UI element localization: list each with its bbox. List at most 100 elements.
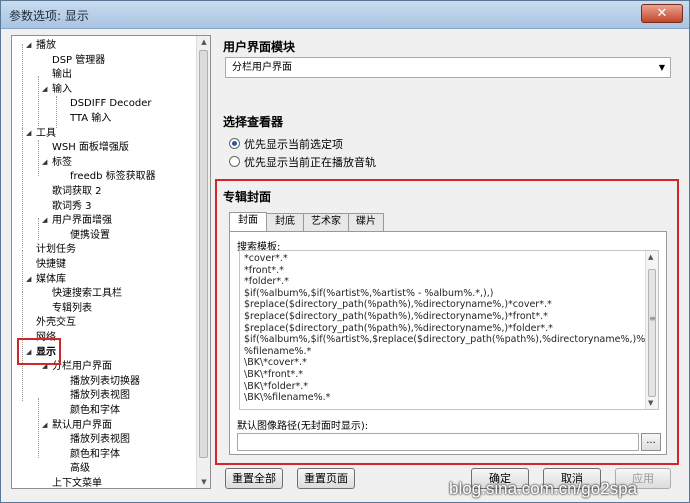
tree-item[interactable]: 播放列表切换器 [60, 375, 140, 388]
tree-item-label: 输出 [52, 69, 72, 81]
scroll-down-icon[interactable]: ▼ [199, 478, 209, 486]
grip-icon: ≡ [649, 314, 656, 323]
search-template-line: \BK\*cover*.* [244, 357, 307, 369]
tree-item[interactable]: 外壳交互 [26, 316, 76, 329]
tree-item-label: 颜色和字体 [70, 448, 120, 460]
tree-item[interactable]: 歌词获取 2 [42, 185, 102, 198]
tree-item[interactable]: ◢ 媒体库 [26, 273, 66, 286]
tree-item-label: 分栏用户界面 [52, 361, 112, 373]
tree-item[interactable]: ◢ 输入 [42, 83, 72, 96]
title-bar[interactable]: 参数选项: 显示 ✕ [1, 1, 689, 29]
tree-item[interactable]: 快捷键 [26, 258, 66, 271]
scroll-thumb[interactable] [199, 50, 208, 458]
tree-item[interactable]: 便携设置 [60, 229, 110, 242]
tree-expand-icon[interactable]: ◢ [26, 273, 36, 286]
close-icon: ✕ [656, 6, 668, 21]
search-template-textarea[interactable]: *cover*.* *front*.* *folder*.* $if(%album%,… [239, 250, 659, 410]
album-art-title: 专辑封面 [223, 190, 272, 204]
tree-item-label: WSH 面板增强版 [52, 142, 129, 154]
ui-module-selected-value: 分栏用户界面 [232, 62, 292, 73]
tree-expand-icon[interactable]: ◢ [26, 127, 36, 140]
tree-item[interactable]: ◢ 播放 [26, 39, 56, 52]
tree-item-label: 播放 [36, 40, 56, 51]
tree-item-label: 播放列表视图 [70, 434, 130, 446]
preferences-tree[interactable]: ◢ 播放 DSP 管理器 输出 ◢ 输入 DSDIFF Decoder TTA 输入 ◢ 工具 WS… [11, 35, 211, 489]
reset-page-button[interactable]: 重置页面 [297, 468, 355, 489]
tree-connector [38, 140, 39, 176]
search-template-line: $replace($directory_path(%path%),%direct… [244, 311, 548, 322]
tree-item-label: 工具 [36, 127, 56, 139]
reset-all-button[interactable]: 重置全部 [225, 468, 283, 489]
tree-item[interactable]: 专辑列表 [42, 302, 92, 315]
tree-expand-icon[interactable]: ◢ [42, 419, 52, 432]
tree-connector [22, 44, 23, 130]
tree-expand-icon[interactable]: ◢ [42, 214, 52, 227]
tree-item[interactable]: 播放列表视图 [60, 433, 130, 446]
tree-expand-icon[interactable]: ◢ [42, 83, 52, 96]
tree-item-label: freedb 标签获取器 [70, 171, 156, 183]
tree-item-label: 默认用户界面 [52, 419, 112, 431]
tree-item[interactable]: 颜色和字体 [60, 404, 120, 417]
tree-item-label: 快捷键 [36, 259, 66, 270]
tree-item[interactable]: DSDIFF Decoder [60, 97, 151, 110]
close-button[interactable]: ✕ [641, 4, 683, 23]
tree-item[interactable]: ◢ 工具 [26, 127, 56, 140]
viewer-option-label: 优先显示当前选定项 [244, 138, 343, 151]
tab-front[interactable]: 封面 [229, 212, 267, 232]
tree-item-label: 高级 [70, 463, 90, 475]
tab-back[interactable]: 封底 [266, 213, 304, 231]
tree-item-label: 媒体库 [36, 273, 66, 285]
ui-module-select[interactable]: 分栏用户界面 ▼ [225, 57, 671, 78]
tree-item[interactable]: freedb 标签获取器 [60, 170, 156, 183]
tree-expand-icon[interactable]: ◢ [26, 39, 36, 52]
tree-item-label: 专辑列表 [52, 302, 92, 314]
tree-item[interactable]: WSH 面板增强版 [42, 141, 129, 154]
tree-item-label: 计划任务 [36, 244, 76, 256]
viewer-option-selected[interactable]: 优先显示当前选定项 [229, 137, 343, 153]
tree-item[interactable]: 输出 [42, 68, 72, 81]
scroll-up-icon[interactable]: ▲ [199, 38, 209, 46]
search-template-line: \BK\*front*.* [244, 369, 304, 380]
tree-connector [38, 76, 39, 126]
tree-item[interactable]: ◢ 用户界面增强 [42, 214, 112, 227]
tree-item[interactable]: 歌词秀 3 [42, 200, 92, 213]
tree-item[interactable]: 播放列表视图 [60, 389, 130, 402]
scroll-up-icon[interactable]: ▲ [648, 253, 653, 261]
preferences-window: 参数选项: 显示 ✕ ◢ 播放 DSP 管理器 输出 ◢ 输入 DSDIFF Decoder… [0, 0, 690, 503]
tree-item[interactable]: DSP 管理器 [42, 54, 105, 67]
tree-item-label: 快速搜索工具栏 [52, 288, 122, 300]
textarea-scrollbar[interactable]: ▲ ≡ ▼ [645, 251, 658, 409]
radio-icon [229, 156, 240, 167]
search-template-line: *cover*.* [244, 253, 288, 264]
tree-item[interactable]: 快速搜索工具栏 [42, 287, 122, 300]
tree-item-label: 颜色和字体 [70, 405, 120, 416]
tree-item[interactable]: ◢ 标签 [42, 156, 72, 169]
tree-item-label: 播放列表视图 [70, 390, 130, 402]
tree-item[interactable]: 高级 [60, 462, 90, 475]
scroll-down-icon[interactable]: ▼ [648, 399, 653, 407]
tree-item-label: 标签 [52, 156, 72, 168]
tree-expand-icon[interactable]: ◢ [42, 156, 52, 169]
viewer-option-playing[interactable]: 优先显示当前正在播放音轨 [229, 155, 376, 171]
tree-item-label: 播放列表切换器 [70, 375, 140, 387]
tree-item-label: 外壳交互 [36, 317, 76, 329]
scroll-thumb[interactable] [648, 269, 656, 397]
tree-item[interactable]: TTA 输入 [60, 112, 111, 125]
tab-disc[interactable]: 碟片 [348, 213, 384, 231]
search-template-line: $if(%album%,$if(%artist%,%artist% - %alb… [244, 287, 494, 299]
search-template-line: $replace($directory_path(%path%),%direct… [244, 299, 552, 311]
tree-item-label: 输入 [52, 83, 72, 95]
search-template-line: \BK\*folder*.* [244, 380, 308, 392]
tab-artist[interactable]: 艺术家 [303, 213, 349, 231]
tree-item[interactable]: ◢ 默认用户界面 [42, 419, 112, 432]
search-template-line: $replace($directory_path(%path%),%direct… [244, 322, 553, 334]
browse-button[interactable]: ... [641, 433, 661, 451]
tree-item-label: 便携设置 [70, 229, 110, 241]
tree-item[interactable]: 计划任务 [26, 243, 76, 256]
tree-item[interactable]: 上下文菜单 [42, 477, 102, 488]
tree-item[interactable]: 颜色和字体 [60, 448, 120, 461]
default-image-path-input[interactable] [237, 433, 639, 451]
tree-scrollbar[interactable]: ▲ ▼ [196, 36, 210, 488]
tree-connector [38, 398, 39, 458]
tree-item-label: DSP 管理器 [52, 54, 106, 66]
